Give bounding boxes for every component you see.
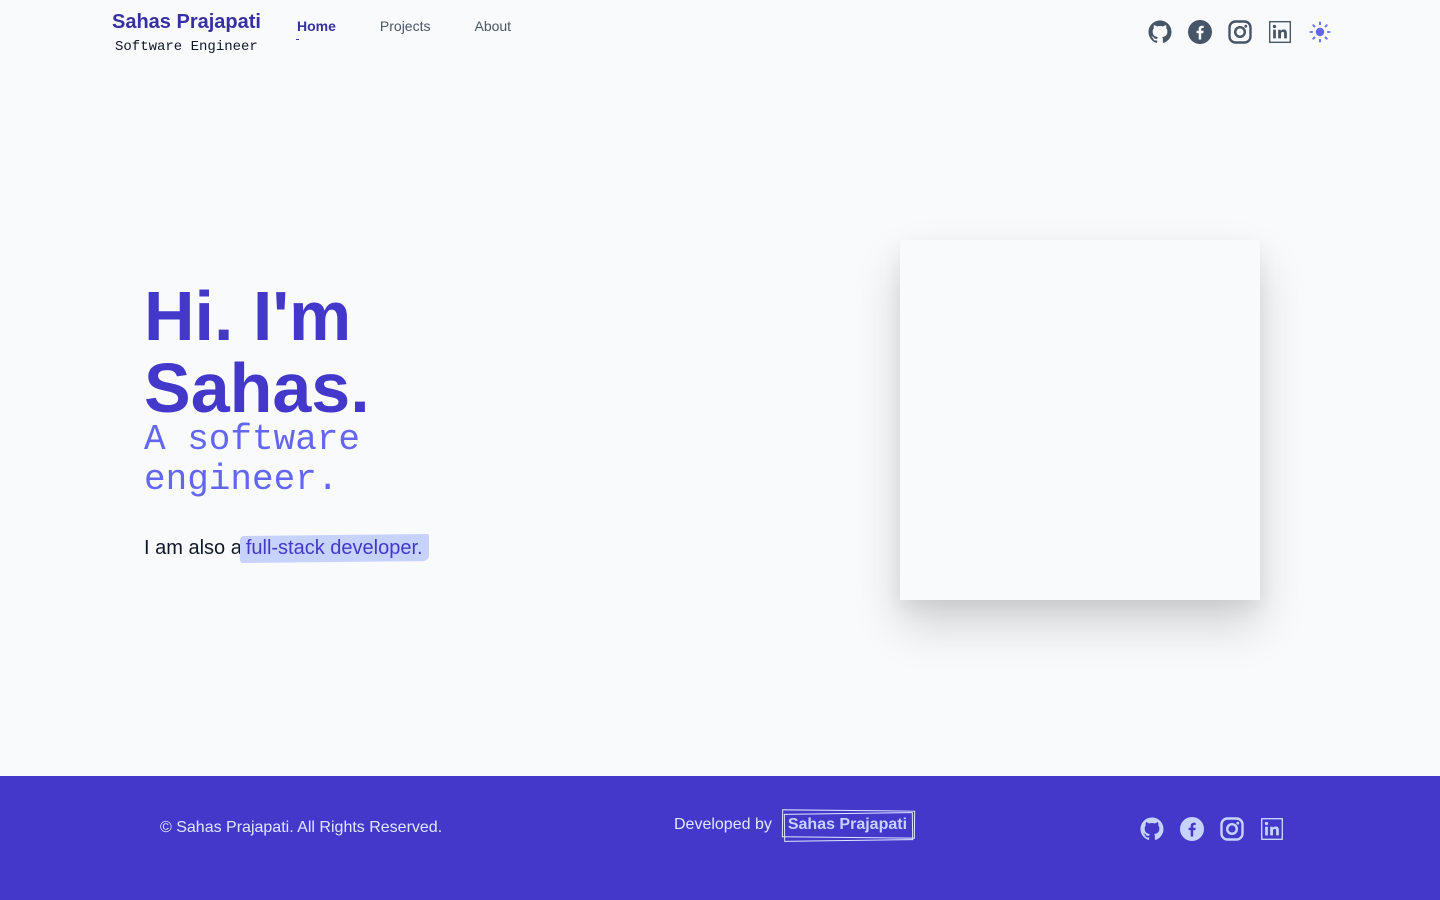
footer-social-icons bbox=[1139, 816, 1285, 842]
main-nav: Home Projects About bbox=[296, 18, 511, 40]
brand-name[interactable]: Sahas Prajapati bbox=[112, 11, 261, 33]
nav-about[interactable]: About bbox=[474, 18, 511, 34]
linkedin-icon[interactable] bbox=[1259, 816, 1285, 842]
footer-copyright: © Sahas Prajapati. All Rights Reserved. bbox=[160, 819, 443, 836]
footer: © Sahas Prajapati. All Rights Reserved. … bbox=[0, 776, 1440, 900]
hero-card bbox=[900, 240, 1260, 600]
brand[interactable]: Sahas Prajapati Software Engineer bbox=[112, 11, 261, 55]
developed-by-label: Developed by bbox=[674, 816, 772, 833]
brand-subtitle: Software Engineer bbox=[115, 39, 258, 55]
hero-title-line2: Sahas. bbox=[144, 349, 370, 427]
instagram-icon[interactable] bbox=[1227, 19, 1253, 45]
nav-projects[interactable]: Projects bbox=[380, 18, 431, 34]
hero-tagline-prefix: I am also a bbox=[144, 537, 242, 559]
hero-subtitle-line2: engineer. bbox=[144, 459, 339, 500]
footer-developed-by: Developed by Sahas Prajapati bbox=[674, 809, 916, 842]
header-social-icons bbox=[1147, 19, 1333, 45]
hero-tagline-highlight: full-stack developer. bbox=[240, 537, 427, 559]
github-icon[interactable] bbox=[1147, 19, 1173, 45]
hero-subtitle-line1: A software bbox=[144, 419, 361, 460]
github-icon[interactable] bbox=[1139, 816, 1165, 842]
hero-tagline: I am also a full-stack developer. bbox=[144, 536, 427, 560]
developer-name[interactable]: Sahas Prajapati bbox=[788, 816, 907, 833]
nav-home[interactable]: Home bbox=[296, 18, 336, 40]
hero-title-line1: Hi. I'm bbox=[144, 277, 352, 355]
facebook-icon[interactable] bbox=[1187, 19, 1213, 45]
hero-title: Hi. I'm Sahas. bbox=[144, 280, 370, 424]
instagram-icon[interactable] bbox=[1219, 816, 1245, 842]
linkedin-icon[interactable] bbox=[1267, 19, 1293, 45]
hero-subtitle: A software engineer. bbox=[144, 420, 444, 500]
sun-theme-icon[interactable] bbox=[1307, 19, 1333, 45]
facebook-icon[interactable] bbox=[1179, 816, 1205, 842]
developer-link[interactable]: Sahas Prajapati bbox=[781, 809, 916, 842]
